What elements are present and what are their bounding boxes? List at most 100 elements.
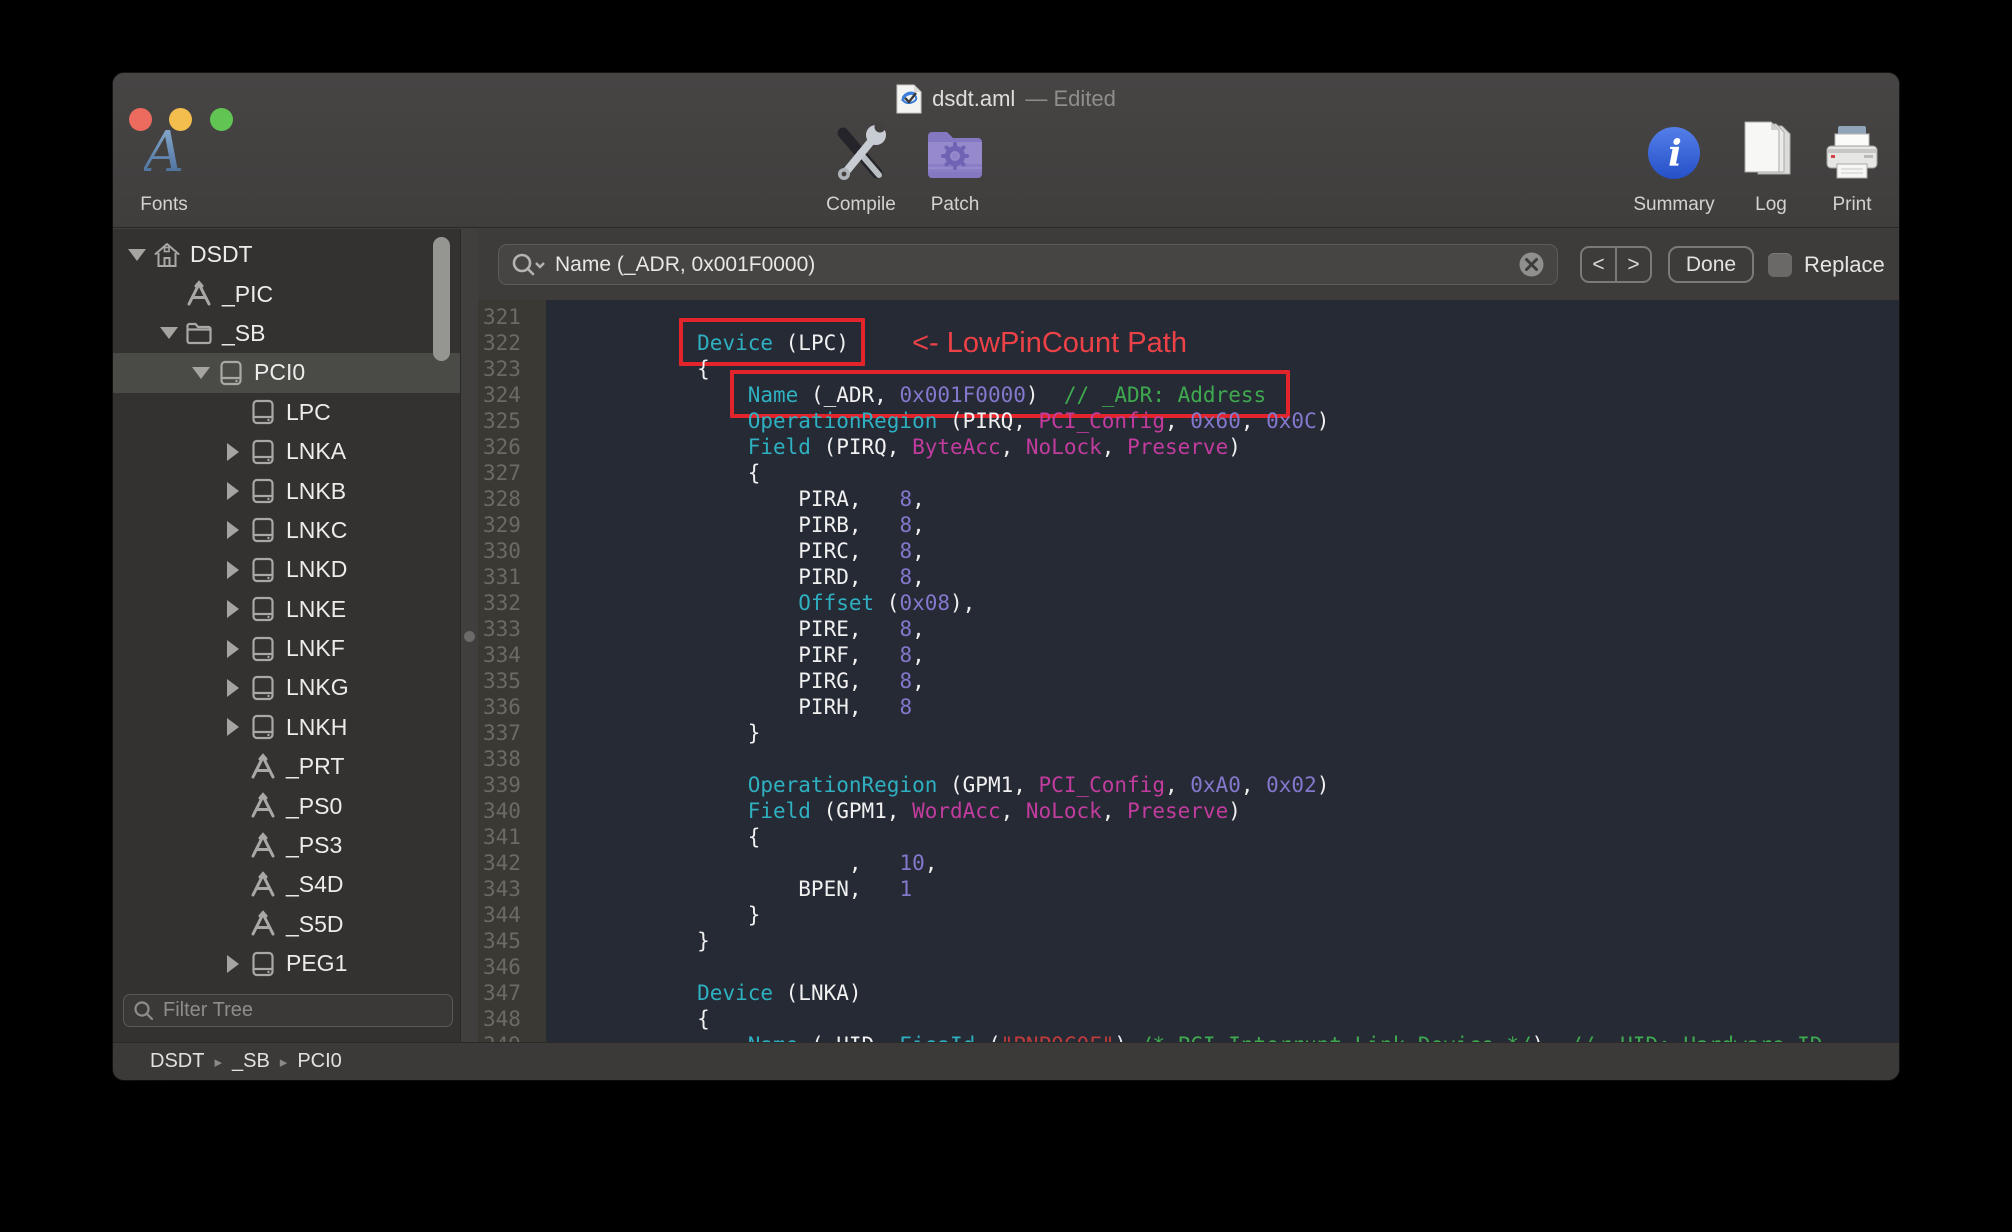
toolbar: dsdt.aml — Edited A Fonts Compile Patch … xyxy=(113,73,1899,228)
tree-item-label: LNKC xyxy=(286,516,348,543)
dsdt-tree: DSDT _PIC _SB PCI0 LPC LNKA LNKB LNKC LNKD LNKE LN… xyxy=(113,235,460,983)
disclosure-closed-icon[interactable] xyxy=(222,521,244,540)
patch-folder-icon xyxy=(900,116,1010,190)
replace-checkbox[interactable] xyxy=(1768,252,1792,277)
breadcrumb-separator: ▸ xyxy=(214,1053,222,1071)
device-icon xyxy=(248,515,278,545)
tree-item-label: _PRT xyxy=(286,753,345,780)
disclosure-closed-icon[interactable] xyxy=(222,678,244,697)
code-content[interactable]: Device (LPC) <- LowPinCount Path { Name … xyxy=(546,300,1899,1042)
sidebar-item-lnkg[interactable]: LNKG xyxy=(113,668,460,707)
sidebar-item-lnkc[interactable]: LNKC xyxy=(113,511,460,550)
device-icon xyxy=(248,594,278,624)
disclosure-closed-icon[interactable] xyxy=(222,718,244,737)
disclosure-open-icon[interactable] xyxy=(126,248,148,261)
document-edited-state: — Edited xyxy=(1025,86,1116,111)
device-icon xyxy=(248,437,278,467)
window-title: dsdt.aml — Edited xyxy=(113,84,1899,114)
device-icon xyxy=(248,555,278,585)
sidebar: DSDT _PIC _SB PCI0 LPC LNKA LNKB LNKC LNKD LNKE LN… xyxy=(113,229,460,1042)
tree-item-label: _SB xyxy=(222,319,266,346)
disclosure-open-icon[interactable] xyxy=(158,327,180,340)
fonts-button[interactable]: A Fonts xyxy=(113,116,219,220)
sidebar-item-lnkd[interactable]: LNKD xyxy=(113,550,460,589)
sidebar-item-_sb[interactable]: _SB xyxy=(113,314,460,353)
sidebar-item-_ps0[interactable]: _PS0 xyxy=(113,786,460,825)
tree-item-label: _S5D xyxy=(286,910,344,937)
sidebar-item-lnke[interactable]: LNKE xyxy=(113,590,460,629)
tree-item-label: _PIC xyxy=(222,280,274,307)
summary-info-icon: i xyxy=(1619,116,1729,190)
done-button[interactable]: Done xyxy=(1668,246,1754,283)
tree-item-label: LNKA xyxy=(286,438,347,465)
tree-item-label: PEG1 xyxy=(286,950,348,977)
sidebar-item-lnkf[interactable]: LNKF xyxy=(113,629,460,668)
sidebar-item-lnkh[interactable]: LNKH xyxy=(113,708,460,747)
tree-item-label: LNKE xyxy=(286,595,347,622)
filter-tree-input[interactable]: Filter Tree xyxy=(123,994,453,1027)
tree-item-label: DSDT xyxy=(190,241,253,268)
disclosure-closed-icon[interactable] xyxy=(222,442,244,461)
tree-item-label: LNKF xyxy=(286,635,345,662)
sidebar-item-dsdt[interactable]: DSDT xyxy=(113,235,460,274)
find-query-text: Name (_ADR, 0x001F0000) xyxy=(555,252,816,276)
find-next-button[interactable]: > xyxy=(1617,248,1650,281)
svg-text:i: i xyxy=(1668,133,1682,175)
find-previous-button[interactable]: < xyxy=(1582,248,1617,281)
sidebar-item-lnka[interactable]: LNKA xyxy=(113,432,460,471)
search-icon xyxy=(511,252,545,278)
tree-item-label: LNKD xyxy=(286,556,348,583)
sidebar-item-_pic[interactable]: _PIC xyxy=(113,274,460,313)
sidebar-item-_ps3[interactable]: _PS3 xyxy=(113,826,460,865)
tree-item-label: LNKH xyxy=(286,713,348,740)
sidebar-item-_prt[interactable]: _PRT xyxy=(113,747,460,786)
sidebar-item-_s4d[interactable]: _S4D xyxy=(113,865,460,904)
tree-item-label: LPC xyxy=(286,398,331,425)
device-icon xyxy=(248,397,278,427)
method-icon xyxy=(248,831,278,861)
status-bar: DSDT ▸ _SB ▸ PCI0 xyxy=(113,1042,1899,1080)
method-icon xyxy=(248,909,278,939)
folder-icon xyxy=(184,318,214,348)
sidebar-item-lnkb[interactable]: LNKB xyxy=(113,471,460,510)
document-title: dsdt.aml xyxy=(932,86,1016,111)
house-icon xyxy=(152,240,182,270)
fonts-icon: A xyxy=(143,120,185,185)
device-icon xyxy=(248,634,278,664)
sidebar-item-lpc[interactable]: LPC xyxy=(113,393,460,432)
disclosure-closed-icon[interactable] xyxy=(222,560,244,579)
sidebar-scrollbar[interactable] xyxy=(433,237,450,361)
breadcrumb-sb[interactable]: _SB xyxy=(232,1050,270,1073)
tree-item-label: _PS0 xyxy=(286,792,343,819)
sidebar-item-peg1[interactable]: PEG1 xyxy=(113,944,460,983)
disclosure-closed-icon[interactable] xyxy=(222,954,244,973)
pane-divider[interactable] xyxy=(460,229,478,1042)
filter-placeholder: Filter Tree xyxy=(163,999,254,1021)
method-icon xyxy=(184,279,214,309)
summary-button[interactable]: i Summary xyxy=(1619,116,1729,220)
disclosure-closed-icon[interactable] xyxy=(222,600,244,619)
sidebar-item-_s5d[interactable]: _S5D xyxy=(113,905,460,944)
print-icon xyxy=(1797,116,1899,190)
disclosure-open-icon[interactable] xyxy=(190,366,212,379)
disclosure-closed-icon[interactable] xyxy=(222,639,244,658)
device-icon xyxy=(248,949,278,979)
find-input[interactable]: Name (_ADR, 0x001F0000) xyxy=(498,244,1558,285)
clear-search-icon[interactable] xyxy=(1518,251,1545,278)
print-button[interactable]: Print xyxy=(1797,116,1899,220)
device-icon xyxy=(248,476,278,506)
sidebar-item-pci0[interactable]: PCI0 xyxy=(113,353,460,393)
method-icon xyxy=(248,870,278,900)
lpc-annotation: <- LowPinCount Path xyxy=(912,327,1187,359)
replace-label: Replace xyxy=(1804,251,1885,277)
patch-button[interactable]: Patch xyxy=(900,116,1010,220)
breadcrumb-dsdt[interactable]: DSDT xyxy=(150,1050,204,1073)
tree-item-label: _PS3 xyxy=(286,832,343,859)
disclosure-closed-icon[interactable] xyxy=(222,482,244,501)
splitter-handle[interactable] xyxy=(464,631,475,642)
app-window: dsdt.aml — Edited A Fonts Compile Patch … xyxy=(113,73,1899,1080)
find-nav-control: < > xyxy=(1580,246,1652,283)
breadcrumb-pci0[interactable]: PCI0 xyxy=(297,1050,341,1073)
line-numbers: 321 322 323 324 325 326 327 328 329 330 … xyxy=(483,305,521,1057)
method-icon xyxy=(248,791,278,821)
